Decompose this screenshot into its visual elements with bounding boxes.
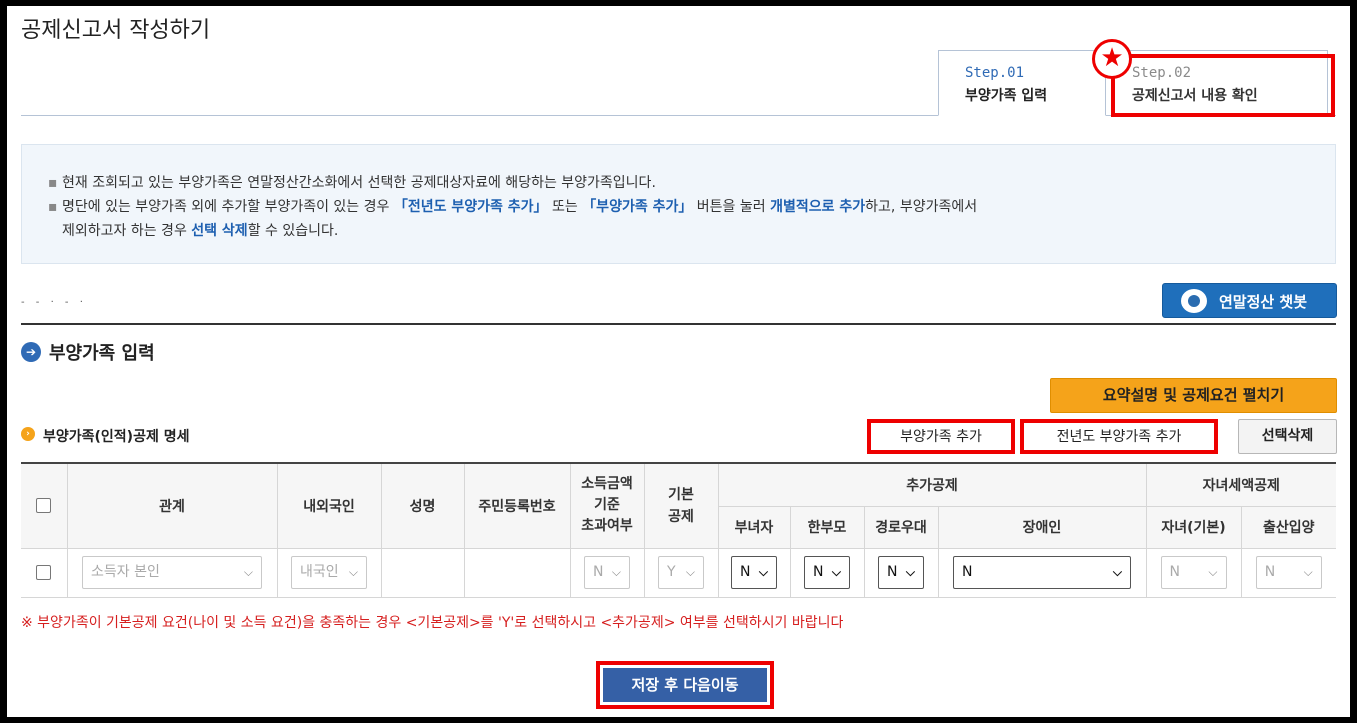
row-select-cell	[21, 547, 68, 598]
save-next-button[interactable]: 저장 후 다음이동	[596, 661, 774, 709]
dependent-table: 관계 내외국인 성명 주민등록번호 소득금액 기준 초과여부 기본 공제 추가공…	[21, 462, 1336, 598]
rrn-cell	[463, 547, 571, 598]
header-child-tax-credit: 자녀세액공제	[1145, 462, 1336, 507]
highlight-box-step-02	[1111, 54, 1335, 117]
header-woman-head: 부녀자	[718, 505, 791, 549]
chevron-down-icon: ⌵	[758, 565, 768, 579]
select-all-cell	[21, 462, 68, 549]
chevron-down-icon: ⌵	[1208, 565, 1218, 579]
senior-select[interactable]: N ⌵	[878, 556, 924, 589]
chevron-down-icon: ⌵	[243, 565, 253, 579]
child-basic-cell: N ⌵	[1145, 547, 1242, 598]
header-nationality: 내외국인	[276, 462, 382, 549]
notice-line-3: 제외하고자 하는 경우 선택 삭제할 수 있습니다.	[62, 223, 339, 239]
header-relation: 관계	[66, 462, 278, 549]
chevron-down-icon: ⌵	[905, 565, 915, 579]
header-additional-deduction: 추가공제	[717, 462, 1147, 507]
relation-select[interactable]: 소득자 본인 ⌵	[82, 556, 262, 589]
dependent-form-window: 공제신고서 작성하기 Step.01 부양가족 입력 Step.02 공제신고서…	[7, 6, 1350, 717]
disabled-select[interactable]: N ⌵	[953, 556, 1131, 589]
add-prev-year-dependent-button[interactable]: 전년도 부양가족 추가	[1020, 419, 1218, 454]
header-single-parent: 한부모	[789, 505, 865, 549]
section-title: ➔ 부양가족 입력	[21, 339, 155, 365]
small-text: - - · - ·	[21, 297, 87, 308]
row-checkbox[interactable]	[36, 565, 52, 580]
income-over-select[interactable]: N ⌵	[584, 556, 630, 589]
arrow-circle-icon: ➔	[21, 342, 41, 362]
basic-deduction-select[interactable]: Y ⌵	[658, 556, 704, 589]
chevron-down-icon: ⌵	[348, 565, 358, 579]
tab-step-01[interactable]: Step.01 부양가족 입력	[938, 50, 1106, 116]
notice-line-2: ▪ 명단에 있는 부양가족 외에 추가할 부양가족이 있는 경우 「전년도 부양…	[48, 195, 1335, 219]
expand-summary-button[interactable]: 요약설명 및 공제요건 펼치기	[1050, 378, 1337, 413]
single-parent-cell: N ⌵	[789, 547, 865, 598]
nationality-select[interactable]: 내국인 ⌵	[291, 556, 367, 589]
senior-cell: N ⌵	[863, 547, 939, 598]
income-over-cell: N ⌵	[569, 547, 645, 598]
tab-step-01-label: 부양가족 입력	[965, 88, 1048, 104]
section-divider	[21, 323, 1336, 325]
bullet-icon: ▪	[48, 199, 58, 215]
page-title: 공제신고서 작성하기	[21, 18, 211, 43]
relation-cell: 소득자 본인 ⌵	[66, 547, 278, 598]
notice-line-1: ▪ 현재 조회되고 있는 부양가족은 연말정산간소화에서 선택한 공제대상자료에…	[48, 171, 1335, 195]
warning-text: ※ 부양가족이 기본공제 요건(나이 및 소득 요건)을 충족하는 경우 <기본…	[21, 615, 844, 631]
chevron-down-icon: ⌵	[611, 565, 621, 579]
birth-adopt-cell: N ⌵	[1240, 547, 1336, 598]
header-disabled: 장애인	[937, 505, 1147, 549]
tab-step-01-number: Step.01	[965, 65, 1025, 81]
notice-box: ▪ 현재 조회되고 있는 부양가족은 연말정산간소화에서 선택한 공제대상자료에…	[21, 144, 1336, 264]
chevron-down-icon: ⌵	[1303, 565, 1313, 579]
chevron-down-icon: ⌵	[685, 565, 695, 579]
chatbot-button[interactable]: 연말정산 챗봇	[1162, 283, 1337, 318]
chevron-right-icon: ›	[21, 427, 35, 441]
header-income-over: 소득금액 기준 초과여부	[569, 462, 645, 549]
basic-deduction-cell: Y ⌵	[643, 547, 719, 598]
subsection-title: › 부양가족(인적)공제 명세	[21, 426, 189, 446]
header-name: 성명	[380, 462, 465, 549]
woman-head-cell: N ⌵	[717, 547, 791, 598]
header-basic-deduction: 기본 공제	[643, 462, 719, 549]
table-row: 소득자 본인 ⌵ 내국인 ⌵ N ⌵ Y ⌵ N ⌵ N ⌵ N ⌵ N ⌵ N…	[21, 547, 1336, 598]
single-parent-select[interactable]: N ⌵	[804, 556, 850, 589]
chevron-down-icon: ⌵	[1112, 565, 1122, 579]
bullet-icon: ▪	[48, 175, 58, 191]
select-all-checkbox[interactable]	[36, 498, 52, 514]
chatbot-icon	[1181, 289, 1207, 313]
chevron-down-icon: ⌵	[831, 565, 841, 579]
star-icon: ★	[1092, 39, 1132, 79]
header-birth-adopt: 출산입양	[1240, 505, 1336, 549]
add-dependent-button[interactable]: 부양가족 추가	[867, 419, 1015, 454]
save-next-label: 저장 후 다음이동	[603, 668, 767, 702]
name-cell	[380, 547, 465, 598]
birth-adopt-select[interactable]: N ⌵	[1255, 556, 1322, 589]
header-senior: 경로우대	[863, 505, 939, 549]
chatbot-label: 연말정산 챗봇	[1219, 293, 1308, 311]
header-child-basic: 자녀(기본)	[1145, 505, 1242, 549]
delete-selected-button[interactable]: 선택삭제	[1238, 419, 1337, 454]
disabled-cell: N ⌵	[937, 547, 1147, 598]
header-rrn: 주민등록번호	[463, 462, 571, 549]
woman-head-select[interactable]: N ⌵	[731, 556, 777, 589]
nationality-cell: 내국인 ⌵	[276, 547, 382, 598]
child-basic-select[interactable]: N ⌵	[1160, 556, 1227, 589]
